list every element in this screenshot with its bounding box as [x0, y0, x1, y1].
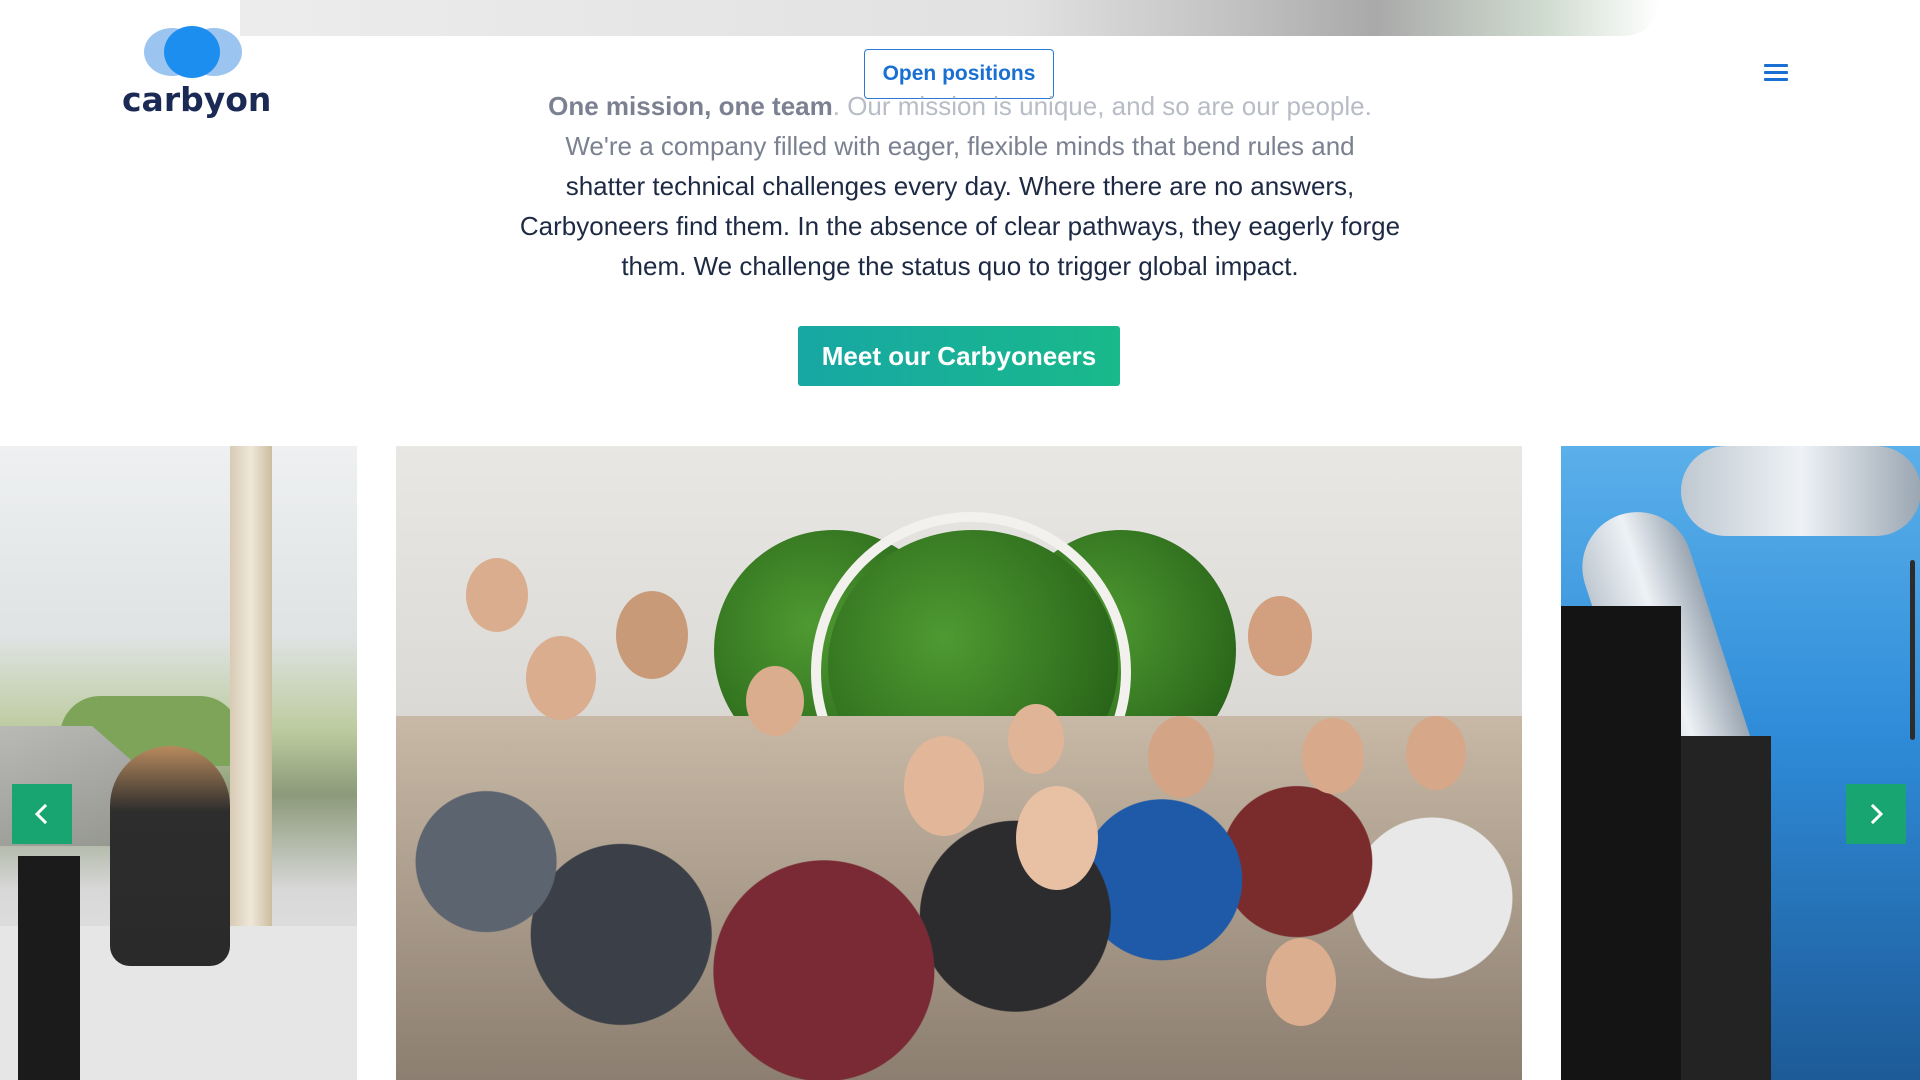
carousel-prev-button[interactable] [12, 784, 72, 844]
carousel-slide-lab-equipment [1561, 446, 1920, 1080]
logo-mark-icon [144, 26, 242, 78]
hamburger-menu-icon[interactable] [1764, 64, 1790, 84]
mission-text-line2: We're a company filled with eager, flexi… [565, 131, 1355, 161]
carousel-next-button[interactable] [1846, 784, 1906, 844]
mission-text-faded: . Our mission is unique, and so are our … [832, 91, 1372, 121]
chevron-left-icon [34, 803, 48, 825]
chevron-right-icon [1870, 803, 1884, 825]
logo-text: carbyon [122, 80, 272, 119]
page-scrollbar[interactable] [1910, 560, 1915, 740]
carbyon-logo[interactable]: carbyon [122, 26, 272, 122]
mission-paragraph: One mission, one team. Our mission is un… [490, 86, 1430, 286]
carousel-slide-team-meeting [396, 446, 1522, 1080]
meet-our-carbyoneers-button[interactable]: Meet our Carbyoneers [798, 326, 1120, 386]
mission-lead: One mission, one team [548, 91, 833, 121]
mission-text-rest: shatter technical challenges every day. … [519, 171, 1401, 281]
photo-carousel [0, 446, 1920, 1080]
carousel-slide-office-window [0, 446, 357, 1080]
previous-section-image-strip [240, 0, 1660, 36]
